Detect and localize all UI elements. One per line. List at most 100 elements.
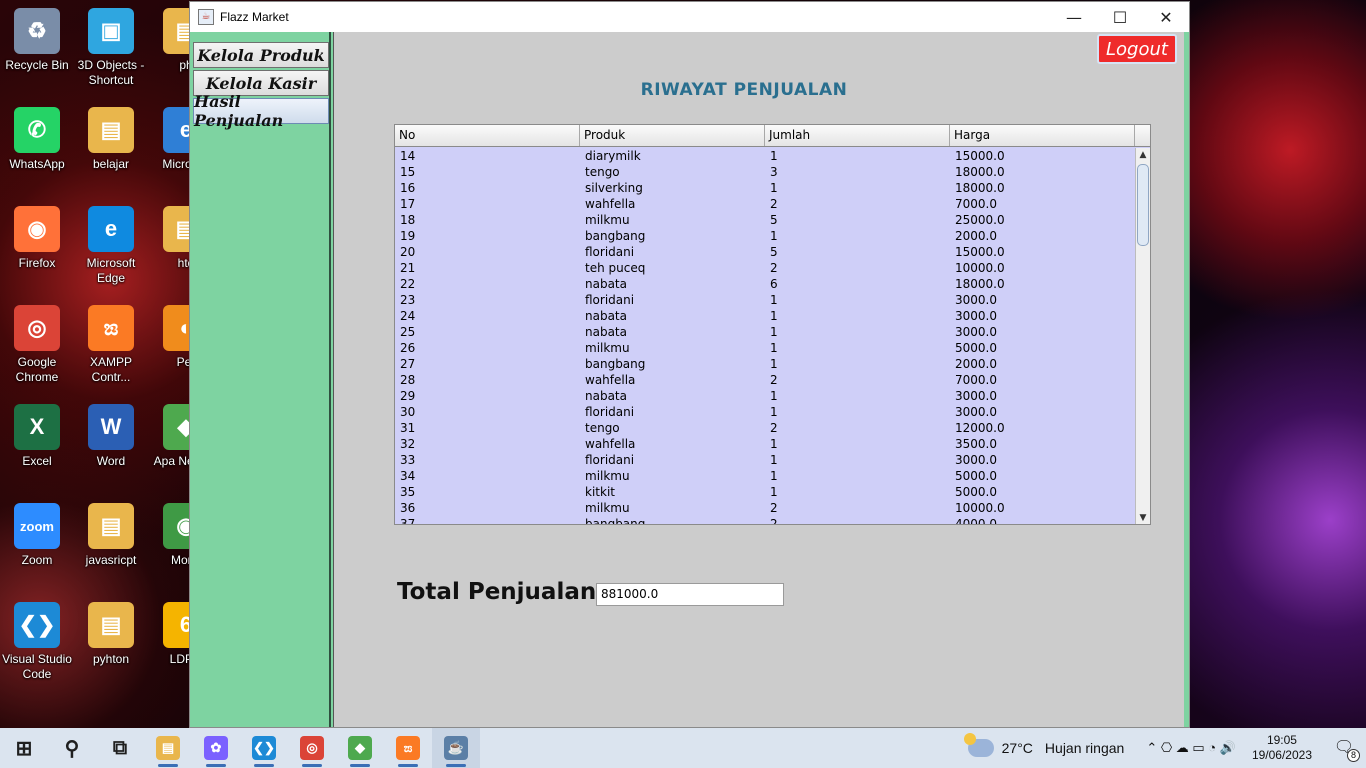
table-cell: 18000.0: [955, 165, 1005, 179]
kelola-produk-button[interactable]: Kelola Produk: [193, 42, 329, 68]
desktop-icon[interactable]: ▤ javasricpt: [73, 503, 149, 568]
tray-icons[interactable]: ⌃ ⎔ ☁ ▭ ◔ 🔊: [1146, 740, 1236, 756]
close-button[interactable]: ✕: [1143, 2, 1189, 32]
desktop-icon[interactable]: ♻ Recycle Bin: [0, 8, 75, 73]
desktop-icon[interactable]: ▤ belajar: [73, 107, 149, 172]
right-edge-strip: [1184, 32, 1189, 727]
scroll-up-arrow-icon[interactable]: ▲: [1136, 148, 1150, 162]
scroll-thumb[interactable]: [1137, 164, 1149, 246]
table-row[interactable]: 33 floridani 1 3000.0: [395, 452, 1135, 468]
table-row[interactable]: 27 bangbang 1 2000.0: [395, 356, 1135, 372]
desktop-icon[interactable]: ▤ pyhton: [73, 602, 149, 667]
search-button[interactable]: ⚲: [48, 728, 96, 768]
column-header-no[interactable]: No: [395, 125, 580, 146]
hasil-penjualan-button[interactable]: Hasil Penjualan: [193, 92, 329, 130]
desktop-icon-label: Recycle Bin: [5, 58, 69, 72]
table-row[interactable]: 26 milkmu 1 5000.0: [395, 340, 1135, 356]
table-row[interactable]: 22 nabata 6 18000.0: [395, 276, 1135, 292]
table-cell: nabata: [585, 389, 627, 403]
desktop-icon[interactable]: zoom Zoom: [0, 503, 75, 568]
table-row[interactable]: 35 kitkit 1 5000.0: [395, 484, 1135, 500]
scroll-down-arrow-icon[interactable]: ▼: [1136, 511, 1150, 524]
table-scrollbar[interactable]: ▲ ▼: [1135, 148, 1150, 524]
desktop-app-icon: ◎: [14, 305, 60, 351]
table-row[interactable]: 18 milkmu 5 25000.0: [395, 212, 1135, 228]
table-cell: 5000.0: [955, 469, 997, 483]
task-view-button[interactable]: ⧉: [96, 728, 144, 768]
table-row[interactable]: 29 nabata 1 3000.0: [395, 388, 1135, 404]
desktop-app-icon: ✆: [14, 107, 60, 153]
page-title: RIWAYAT PENJUALAN: [640, 80, 848, 100]
table-cell: 1: [770, 389, 778, 403]
running-indicator: [206, 764, 226, 767]
table-row[interactable]: 23 floridani 1 3000.0: [395, 292, 1135, 308]
column-header-jumlah[interactable]: Jumlah: [765, 125, 950, 146]
desktop-icon[interactable]: X Excel: [0, 404, 75, 469]
table-row[interactable]: 34 milkmu 1 5000.0: [395, 468, 1135, 484]
netbeans-app[interactable]: ◆: [336, 728, 384, 768]
table-row[interactable]: 24 nabata 1 3000.0: [395, 308, 1135, 324]
table-header: No Produk Jumlah Harga: [395, 125, 1150, 147]
clock[interactable]: 19:05 19/06/2023: [1252, 733, 1312, 763]
desktop-icon[interactable]: ◎ Google Chrome: [0, 305, 75, 385]
desktop-icon[interactable]: W Word: [73, 404, 149, 469]
sales-table[interactable]: No Produk Jumlah Harga 14 diarymilk 1 15000…: [394, 124, 1151, 525]
logout-button[interactable]: Logout: [1097, 34, 1177, 64]
table-row[interactable]: 37 bangbang 2 4000.0: [395, 516, 1135, 525]
table-cell: 19: [400, 229, 416, 243]
desktop-icon[interactable]: ಙ XAMPP Contr...: [73, 305, 149, 385]
desktop-app-icon: zoom: [14, 503, 60, 549]
table-row[interactable]: 36 milkmu 2 10000.0: [395, 500, 1135, 516]
table-row[interactable]: 19 bangbang 1 2000.0: [395, 228, 1135, 244]
weather-widget[interactable]: 27°C Hujan ringan: [963, 733, 1124, 757]
table-cell: wahfella: [585, 373, 636, 387]
title-bar[interactable]: ☕ Flazz Market — ☐ ✕: [190, 2, 1189, 32]
maximize-button[interactable]: ☐: [1097, 2, 1143, 32]
total-penjualan-field[interactable]: 881000.0: [596, 583, 784, 606]
file-explorer[interactable]: ▤: [144, 728, 192, 768]
desktop-icon[interactable]: ▣ 3D Objects - Shortcut: [73, 8, 149, 88]
column-header-harga[interactable]: Harga: [950, 125, 1135, 146]
table-row[interactable]: 28 wahfella 2 7000.0: [395, 372, 1135, 388]
table-row[interactable]: 21 teh puceq 2 10000.0: [395, 260, 1135, 276]
java-app[interactable]: ☕: [432, 728, 480, 768]
column-header-produk[interactable]: Produk: [580, 125, 765, 146]
weather-temp: 27°C: [1001, 740, 1033, 756]
copilot-app[interactable]: ✿: [192, 728, 240, 768]
desktop-icon[interactable]: ◉ Firefox: [0, 206, 75, 271]
table-cell: 15: [400, 165, 416, 179]
table-cell: 36: [400, 501, 416, 515]
table-cell: 2: [770, 501, 778, 515]
table-row[interactable]: 20 floridani 5 15000.0: [395, 244, 1135, 260]
table-cell: 7000.0: [955, 373, 997, 387]
table-row[interactable]: 30 floridani 1 3000.0: [395, 404, 1135, 420]
table-row[interactable]: 32 wahfella 1 3500.0: [395, 436, 1135, 452]
table-cell: tengo: [585, 165, 620, 179]
file-explorer-icon: ▤: [156, 736, 180, 760]
desktop-icon-label: Google Chrome: [15, 355, 59, 384]
table-row[interactable]: 31 tengo 2 12000.0: [395, 420, 1135, 436]
xampp-app-icon: ಙ: [396, 736, 420, 760]
table-row[interactable]: 14 diarymilk 1 15000.0: [395, 148, 1135, 164]
minimize-button[interactable]: —: [1051, 2, 1097, 32]
vscode-app[interactable]: ❮❯: [240, 728, 288, 768]
desktop-app-icon: ▤: [88, 107, 134, 153]
desktop-icon[interactable]: ✆ WhatsApp: [0, 107, 75, 172]
table-row[interactable]: 25 nabata 1 3000.0: [395, 324, 1135, 340]
table-row[interactable]: 16 silverking 1 18000.0: [395, 180, 1135, 196]
xampp-app[interactable]: ಙ: [384, 728, 432, 768]
table-row[interactable]: 17 wahfella 2 7000.0: [395, 196, 1135, 212]
desktop: ♻ Recycle Bin ▣ 3D Objects - Shortcut ▤ ph ✆ Wh…: [0, 0, 218, 728]
table-cell: 7000.0: [955, 197, 997, 211]
notification-icon[interactable]: 🗨 8: [1332, 736, 1360, 762]
desktop-app-icon: ▣: [88, 8, 134, 54]
start-button[interactable]: ⊞: [0, 728, 48, 768]
chrome-app[interactable]: ◎: [288, 728, 336, 768]
desktop-icon[interactable]: ❮❯ Visual Studio Code: [0, 602, 75, 682]
desktop-icon-label: javasricpt: [85, 553, 137, 567]
desktop-app-icon: ❮❯: [14, 602, 60, 648]
table-cell: 37: [400, 517, 416, 525]
table-cell: wahfella: [585, 437, 636, 451]
table-row[interactable]: 15 tengo 3 18000.0: [395, 164, 1135, 180]
desktop-icon[interactable]: e Microsoft Edge: [73, 206, 149, 286]
